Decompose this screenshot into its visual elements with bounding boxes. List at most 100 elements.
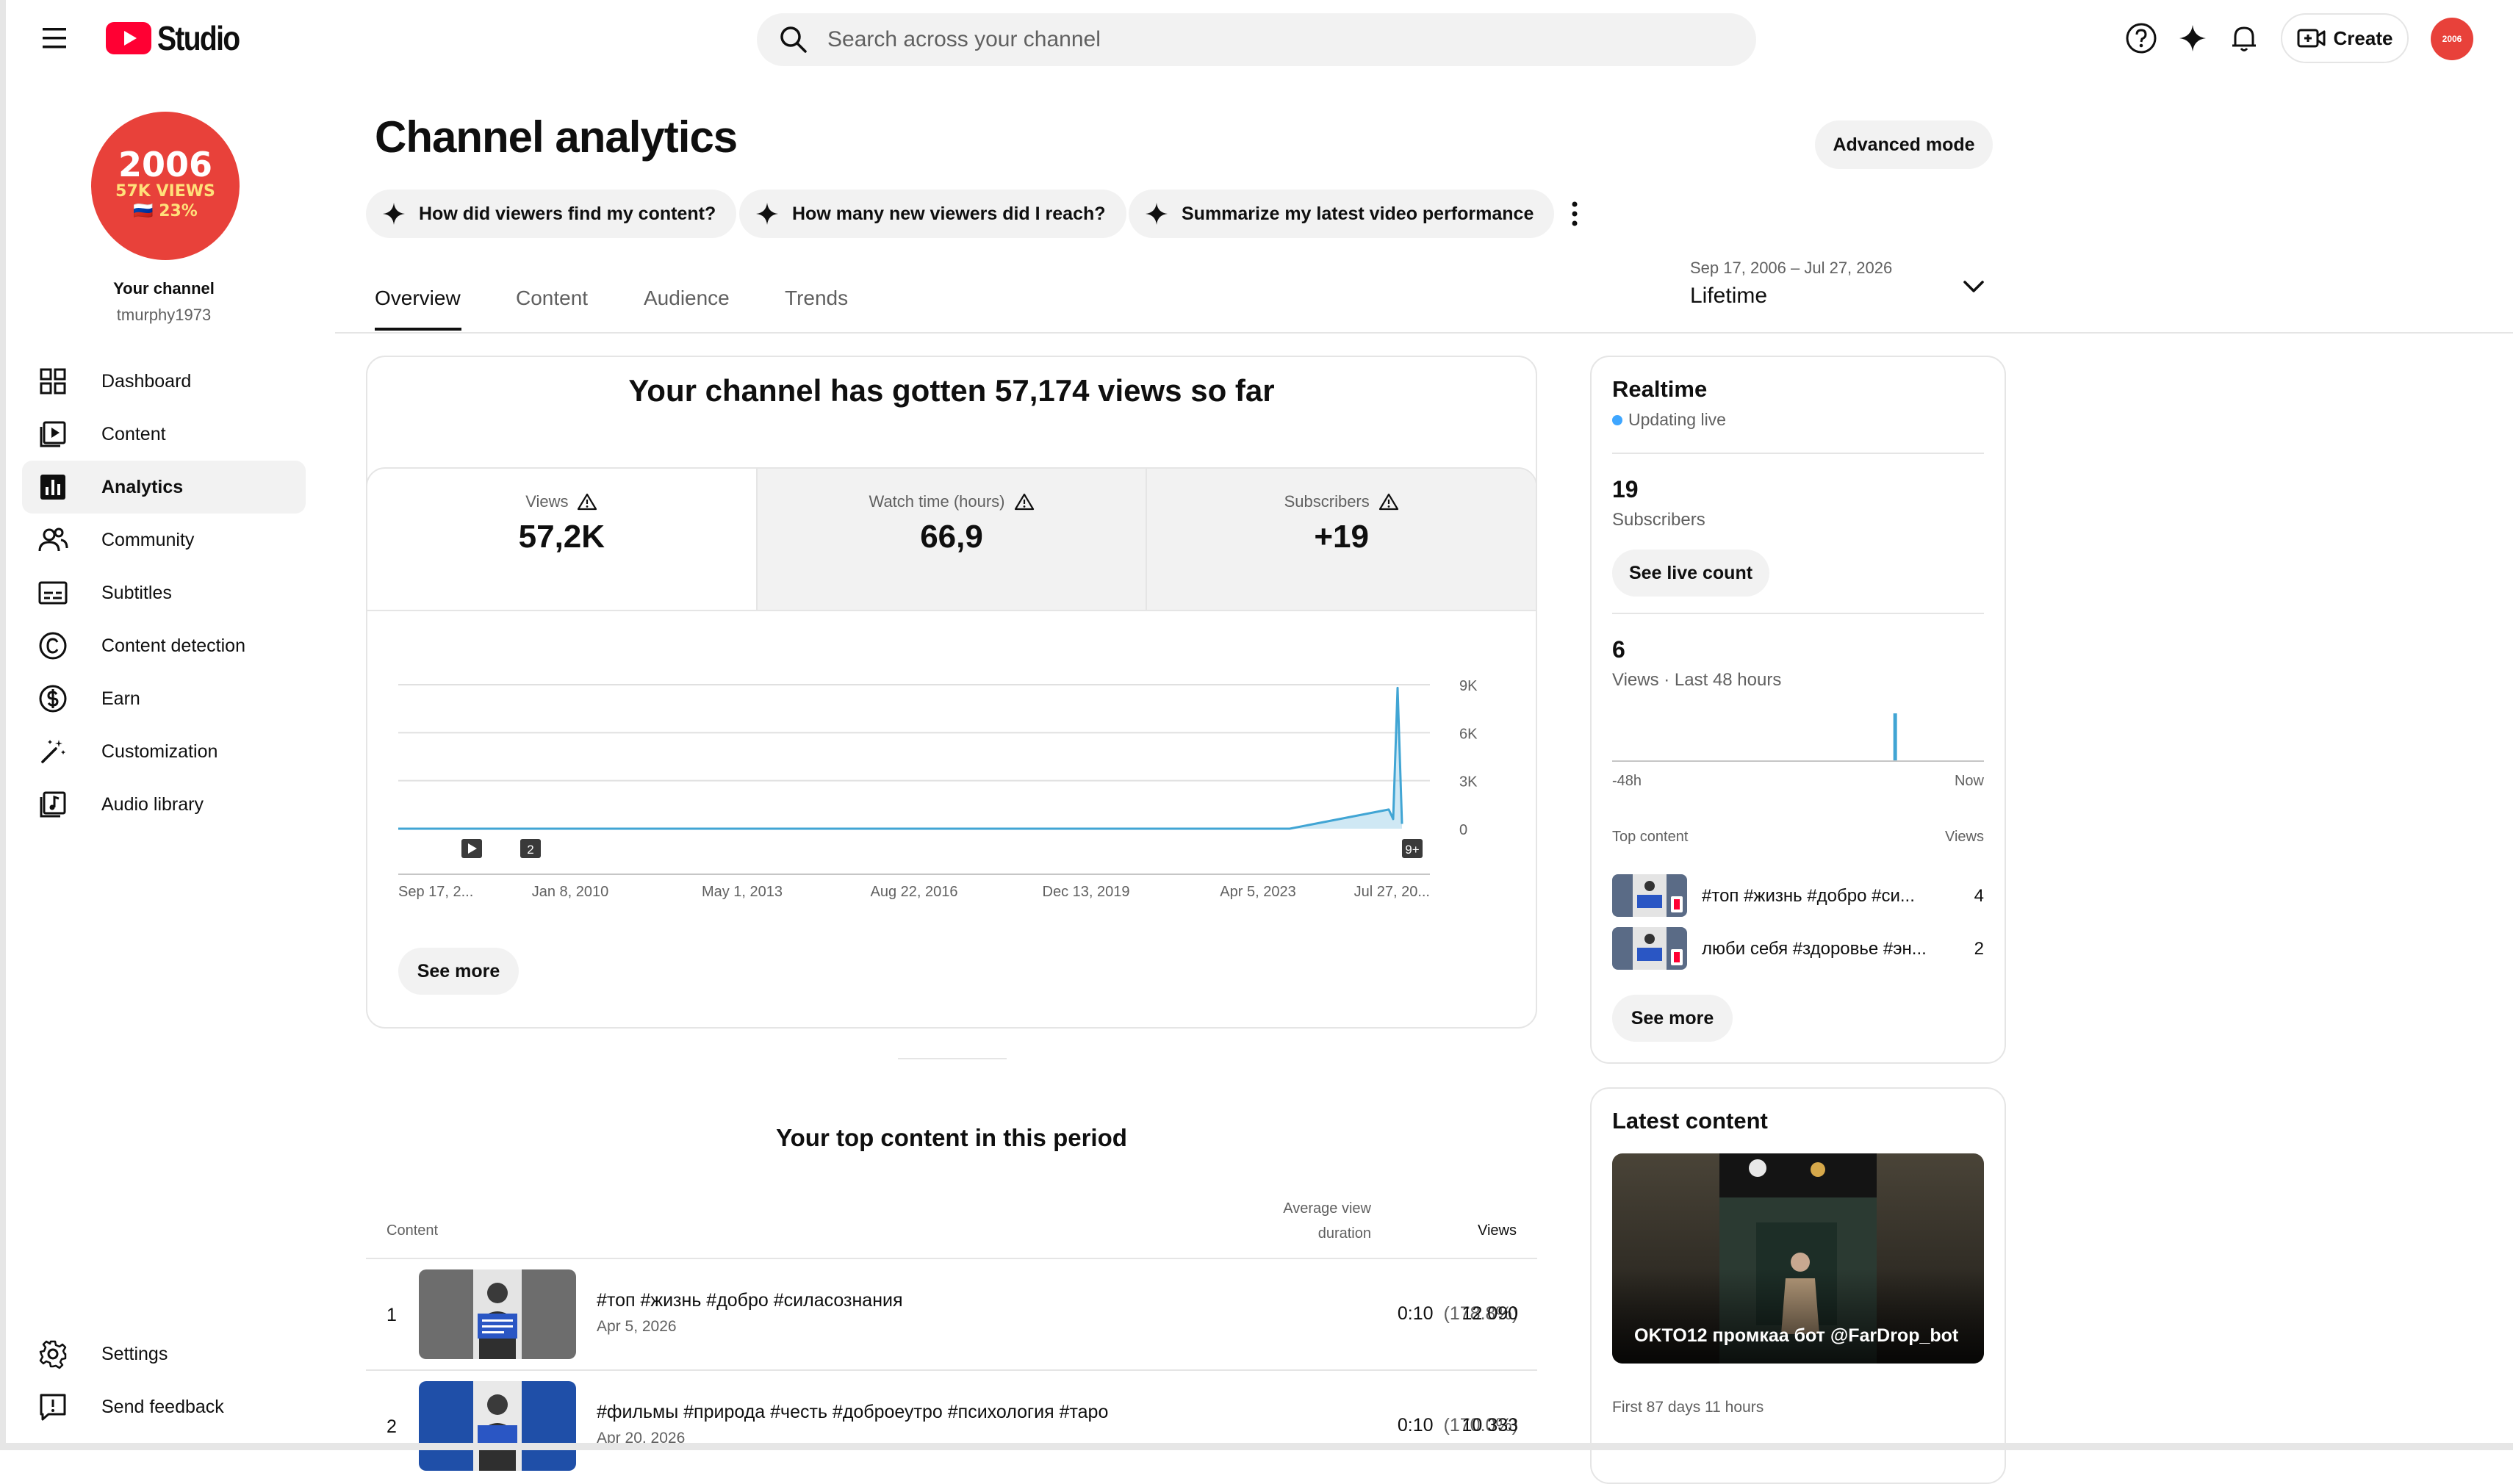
- prompt-chip-viewers-find[interactable]: How did viewers find my content?: [366, 190, 737, 238]
- logo-text: Studio: [157, 19, 240, 57]
- tab-trends[interactable]: Trends: [785, 287, 848, 310]
- sidebar-item-label: Subtitles: [101, 582, 172, 603]
- gear-icon: [39, 1340, 67, 1369]
- x-tick-label: Jan 8, 2010: [532, 884, 609, 900]
- tab-overview[interactable]: Overview: [375, 287, 461, 310]
- views-summary: Your channel has gotten 57,174 views so …: [628, 373, 1275, 408]
- tab-audience[interactable]: Audience: [644, 287, 730, 310]
- sidebar-item-audio-library[interactable]: Audio library: [22, 778, 306, 831]
- column-header-line: Average view: [1283, 1200, 1371, 1217]
- bell-icon: [2232, 26, 2256, 51]
- chip-label: How did viewers find my content?: [419, 203, 716, 224]
- advanced-mode-button[interactable]: Advanced mode: [1815, 120, 1993, 169]
- row-rank: 2: [387, 1416, 397, 1437]
- x-tick-label: Sep 17, 2...: [398, 884, 473, 900]
- column-header-line: duration: [1317, 1225, 1371, 1242]
- realtime-views-value: 6: [1612, 636, 1625, 663]
- create-label: Create: [2333, 26, 2393, 49]
- video-thumbnail[interactable]: [419, 1381, 576, 1471]
- x-tick-label: Aug 22, 2016: [871, 884, 958, 900]
- metric-tab-subscribers[interactable]: Subscribers +19: [1146, 469, 1536, 610]
- search-bar[interactable]: Search across your channel: [757, 13, 1756, 66]
- notifications-button[interactable]: [2226, 21, 2262, 56]
- channel-handle: tmurphy1973: [116, 306, 212, 324]
- channel-avatar[interactable]: 2006 57K VIEWS 🇷🇺 23%: [91, 112, 240, 260]
- search-icon: [780, 26, 807, 53]
- realtime-top-content-label: Top content: [1612, 829, 1689, 845]
- sidebar-item-content[interactable]: Content: [22, 408, 306, 461]
- x-tick-label: Dec 13, 2019: [1043, 884, 1130, 900]
- series-line: [398, 686, 1403, 830]
- realtime-see-more-button[interactable]: See more: [1612, 995, 1733, 1042]
- metric-tab-views[interactable]: Views 57,2K: [367, 469, 756, 610]
- sidebar-item-dashboard[interactable]: Dashboard: [22, 355, 306, 408]
- realtime-title: Realtime: [1612, 376, 1708, 402]
- sidebar-item-label: Content: [101, 423, 166, 444]
- realtime-item-views: 2: [1974, 939, 1984, 959]
- content-icon: [40, 421, 66, 447]
- dashboard-icon: [40, 368, 66, 395]
- ai-assistant-button[interactable]: [2175, 21, 2210, 56]
- channel-avatar-line1: 2006: [118, 145, 213, 184]
- realtime-subscribers-value: 19: [1612, 476, 1639, 503]
- realtime-views-chart[interactable]: [1612, 701, 1984, 763]
- divider: [1612, 453, 1984, 454]
- section-divider: [898, 1058, 1007, 1059]
- sidebar-item-label: Content detection: [101, 635, 245, 656]
- column-header-avg-view-duration[interactable]: Average view duration: [1205, 1196, 1371, 1246]
- realtime-bar[interactable]: [1893, 713, 1897, 760]
- realtime-views-label: Views · Last 48 hours: [1612, 670, 1782, 690]
- video-thumbnail[interactable]: [419, 1269, 576, 1359]
- chevron-down-icon: [1963, 281, 1984, 292]
- sidebar-item-customization[interactable]: Customization: [22, 725, 306, 778]
- sidebar-item-label: Community: [101, 529, 195, 550]
- sidebar-item-subtitles[interactable]: Subtitles: [22, 566, 306, 619]
- video-title[interactable]: #фильмы #природа #честь #доброеутро #пси…: [597, 1402, 1108, 1423]
- latest-content-title: Latest content: [1612, 1108, 1768, 1134]
- video-title[interactable]: #топ #жизнь #добро #силасознания: [597, 1290, 903, 1311]
- metric-tabs: Views 57,2K Watch time (hours) 66,9 Subs…: [366, 467, 1537, 611]
- hamburger-icon: [43, 28, 66, 48]
- video-camera-icon: [2297, 29, 2326, 48]
- tab-content[interactable]: Content: [516, 287, 588, 310]
- list-item[interactable]: #топ #жизнь #добро #си... 4: [1612, 874, 1984, 918]
- sidebar-item-earn[interactable]: Earn: [22, 672, 306, 725]
- video-thumbnail[interactable]: [1612, 927, 1687, 970]
- metric-tab-watch-time[interactable]: Watch time (hours) 66,9: [755, 469, 1146, 610]
- latest-video-meta: First 87 days 11 hours: [1612, 1399, 1764, 1416]
- realtime-subscribers-label: Subscribers: [1612, 510, 1705, 530]
- sidebar-item-settings[interactable]: Settings: [22, 1328, 306, 1380]
- date-range-picker[interactable]: Sep 17, 2006 – Jul 27, 2026 Lifetime: [1690, 256, 2003, 314]
- table-row[interactable]: 1 #топ #жизнь #добро #силасознания Apr 5…: [366, 1258, 1537, 1368]
- list-item[interactable]: люби себя #здоровье #эн... 2: [1612, 927, 1984, 971]
- video-thumbnail[interactable]: [1612, 874, 1687, 917]
- views-chart[interactable]: 9K 6K 3K 0 Sep 17, 2... Jan 8, 2010 May 1, 201…: [382, 646, 1499, 911]
- menu-button[interactable]: [35, 22, 76, 54]
- more-options-button[interactable]: [1559, 197, 1590, 231]
- video-views: 12 090: [1462, 1303, 1518, 1324]
- marker-label: 2: [527, 843, 533, 857]
- sidebar-item-label: Audio library: [101, 793, 204, 815]
- feedback-icon: [40, 1394, 66, 1421]
- active-tab-indicator: [375, 328, 461, 331]
- earn-icon: [39, 685, 67, 713]
- series-area: [398, 688, 1402, 829]
- sidebar-item-content-detection[interactable]: Content detection: [22, 619, 306, 672]
- latest-video-title[interactable]: OKTO12 промкаа бот @FarDrop_bot: [1634, 1325, 1958, 1347]
- see-live-count-button[interactable]: See live count: [1612, 550, 1769, 597]
- column-header-views[interactable]: Views: [1440, 1222, 1517, 1239]
- account-avatar[interactable]: 2006: [2431, 18, 2473, 60]
- create-button[interactable]: Create: [2281, 13, 2409, 63]
- sidebar-item-analytics[interactable]: Analytics: [22, 461, 306, 514]
- prompt-chip-new-viewers[interactable]: How many new viewers did I reach?: [739, 190, 1126, 238]
- warning-icon: [1014, 493, 1034, 511]
- studio-logo[interactable]: Studio: [106, 19, 254, 57]
- x-tick-label: Jul 27, 20...: [1354, 884, 1430, 900]
- table-row[interactable]: 2 #фильмы #природа #честь #доброеутро #п…: [366, 1369, 1537, 1480]
- sidebar-item-community[interactable]: Community: [22, 514, 306, 566]
- magic-wand-icon: [41, 740, 65, 763]
- sidebar-item-send-feedback[interactable]: Send feedback: [22, 1380, 306, 1433]
- see-more-button[interactable]: See more: [398, 948, 519, 995]
- help-button[interactable]: [2124, 21, 2159, 56]
- prompt-chip-summarize[interactable]: Summarize my latest video performance: [1129, 190, 1555, 238]
